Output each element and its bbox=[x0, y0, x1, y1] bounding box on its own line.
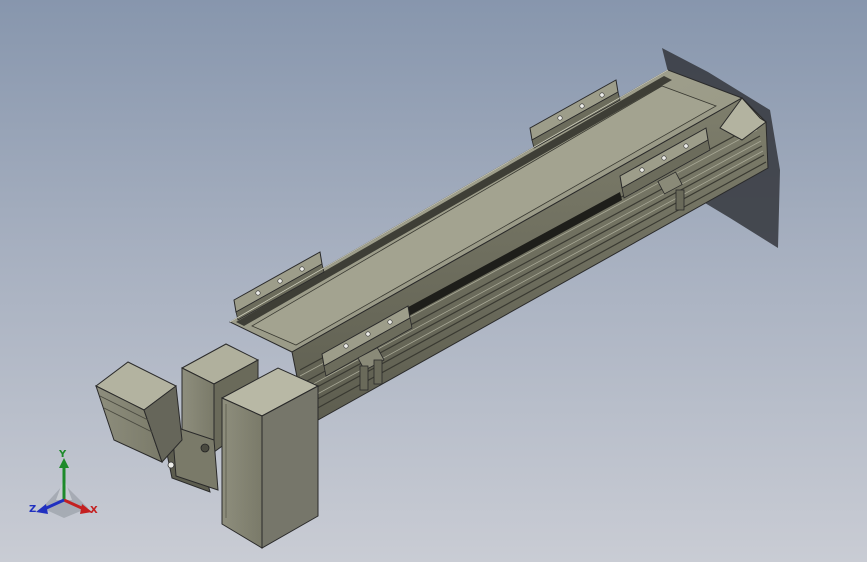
z-axis-arrow-icon bbox=[36, 504, 48, 514]
z-axis-label: Z bbox=[29, 504, 37, 515]
x-axis-label: X bbox=[90, 505, 98, 516]
triad-graphic bbox=[36, 458, 92, 518]
end-housing bbox=[220, 367, 320, 549]
graphics-viewport[interactable]: Y X Z bbox=[0, 0, 867, 562]
view-orientation-triad[interactable]: Y X Z bbox=[20, 448, 110, 528]
y-axis-label: Y bbox=[59, 449, 67, 460]
linear-actuator-model[interactable] bbox=[0, 0, 867, 562]
motor-body bbox=[95, 361, 183, 463]
